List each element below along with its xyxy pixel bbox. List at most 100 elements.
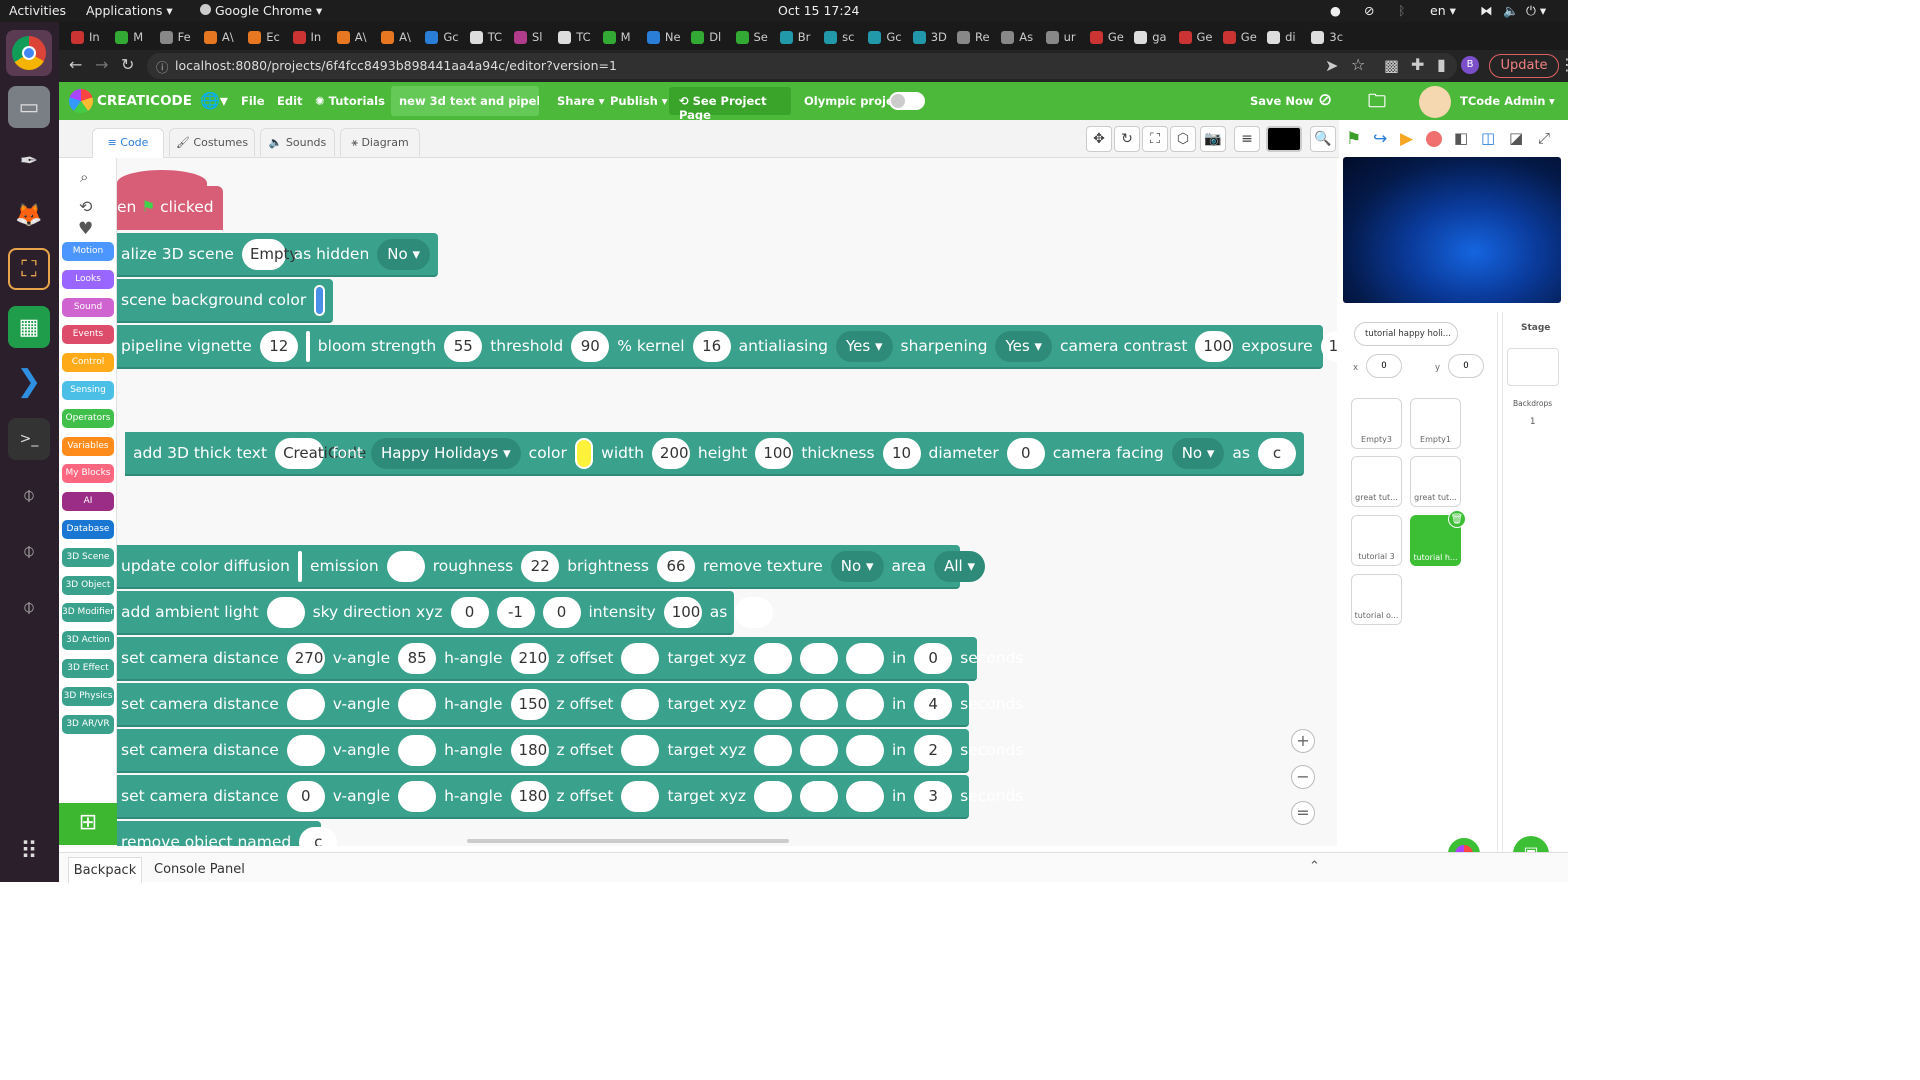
set-camera-block[interactable]: set camera distance v-angle h-angle 180 z of… xyxy=(117,729,1024,773)
seconds-input[interactable]: 0 xyxy=(914,642,953,674)
history-icon[interactable]: ⟲ xyxy=(79,197,92,216)
v-angle-input[interactable] xyxy=(398,688,437,720)
browser-tab[interactable]: Gc xyxy=(425,26,467,48)
edit-menu[interactable]: Edit xyxy=(277,94,303,108)
console-panel-tab[interactable]: Console Panel xyxy=(154,862,245,877)
category-3d-scene[interactable]: 3D Scene xyxy=(62,547,114,567)
set-camera-block[interactable]: set camera distance 0 v-angle h-angle 180 z o… xyxy=(117,775,1024,819)
browser-tab[interactable]: TC xyxy=(469,26,512,48)
favorites-heart-icon[interactable]: ♥ xyxy=(78,219,93,239)
file-menu[interactable]: File xyxy=(241,94,265,108)
target-x-input[interactable] xyxy=(754,688,792,720)
stage-thumb[interactable] xyxy=(1507,348,1559,386)
scene-type-input[interactable]: Empty xyxy=(241,238,298,270)
target-z-input[interactable] xyxy=(846,780,884,812)
see-project-page-button[interactable]: ⟲ See Project Page xyxy=(669,87,791,122)
emission-input[interactable] xyxy=(386,550,425,582)
color-picker-swatch[interactable] xyxy=(1266,126,1302,152)
stop-icon[interactable] xyxy=(1426,131,1442,147)
olympic-toggle[interactable] xyxy=(889,92,925,110)
browser-tab[interactable]: Ge xyxy=(1089,26,1132,48)
tab-code[interactable]: ≡ Code xyxy=(92,128,164,159)
font-dropdown[interactable]: Happy Holidays xyxy=(371,437,521,469)
category-control[interactable]: Control xyxy=(62,353,114,373)
intensity-input[interactable]: 100 xyxy=(663,596,702,628)
move-icon[interactable]: ✥ xyxy=(1086,126,1112,152)
globe-icon[interactable]: 🌐▾ xyxy=(200,91,228,110)
target-y-input[interactable] xyxy=(800,734,838,766)
align-icon[interactable]: ≡ xyxy=(1234,126,1260,152)
url-input[interactable]: ⓘ localhost:8080/projects/6f4fcc8493b8984… xyxy=(147,53,1457,79)
reload-icon[interactable]: ↻ xyxy=(121,55,134,74)
z-offset-input[interactable] xyxy=(621,642,660,674)
forward-icon[interactable]: → xyxy=(95,55,108,74)
exposure-input[interactable]: 100 xyxy=(1320,330,1337,362)
category-motion[interactable]: Motion xyxy=(62,242,114,261)
browser-tab[interactable]: A\ xyxy=(336,26,379,48)
h-angle-input[interactable]: 180 xyxy=(510,734,549,766)
power-icon[interactable]: ⏻ ▾ xyxy=(1526,3,1546,19)
distance-input[interactable] xyxy=(286,734,325,766)
chrome-app-menu[interactable]: Google Chrome ▾ xyxy=(200,3,322,18)
small-stage-icon[interactable]: ◧ xyxy=(1454,129,1468,147)
height-input[interactable]: 100 xyxy=(755,437,794,469)
seconds-input[interactable]: 3 xyxy=(914,780,953,812)
zoom-reset-icon[interactable]: = xyxy=(1291,801,1315,825)
files-icon[interactable]: ▭ xyxy=(8,86,50,128)
sprite-thumb[interactable]: great tut... xyxy=(1410,456,1461,507)
browser-tab[interactable]: Sl xyxy=(514,26,556,48)
sprite-thumb[interactable]: great tut... xyxy=(1351,456,1402,507)
browser-tab[interactable]: Re xyxy=(957,26,999,48)
sidepanel-icon[interactable]: ▮ xyxy=(1437,55,1446,74)
add-extension-icon[interactable]: ⊞ xyxy=(59,803,117,845)
vignette-input[interactable]: 12 xyxy=(259,330,298,362)
save-now-button[interactable]: Save Now xyxy=(1250,94,1314,108)
creaticode-logo-icon[interactable] xyxy=(69,89,93,113)
h-angle-input[interactable]: 180 xyxy=(510,780,549,812)
browser-tab[interactable]: In xyxy=(292,26,335,48)
search-blocks-icon[interactable]: ⌕ xyxy=(80,168,88,186)
target-y-input[interactable] xyxy=(800,642,838,674)
browser-tab[interactable]: sc xyxy=(824,26,866,48)
sky-x-input[interactable]: 0 xyxy=(450,596,489,628)
browser-tab[interactable]: Fe xyxy=(159,26,202,48)
search-icon[interactable]: 🔍 xyxy=(1310,126,1336,152)
target-y-input[interactable] xyxy=(800,688,838,720)
x-input[interactable]: 0 xyxy=(1366,354,1402,378)
thickness-input[interactable]: 10 xyxy=(882,437,921,469)
browser-tab[interactable]: As xyxy=(1001,26,1043,48)
user-menu-chevron-icon[interactable]: ▾ xyxy=(1549,94,1555,108)
terminal-icon[interactable]: >_ xyxy=(8,418,50,460)
set-camera-block[interactable]: set camera distance v-angle h-angle 150 z of… xyxy=(117,683,1024,727)
diameter-input[interactable]: 0 xyxy=(1006,437,1045,469)
when-flag-clicked-block[interactable]: en ⚑ clicked xyxy=(117,170,223,230)
category-variables[interactable]: Variables xyxy=(62,436,114,456)
z-offset-input[interactable] xyxy=(621,734,660,766)
v-angle-input[interactable]: 85 xyxy=(398,642,437,674)
category-3d-physics[interactable]: 3D Physics xyxy=(62,686,114,706)
sprite-thumb[interactable]: Empty3 xyxy=(1351,398,1402,449)
sprite-thumb[interactable]: tutorial 3 xyxy=(1351,515,1402,566)
initialize-3d-scene-block[interactable]: alize 3D scene Empty as hidden No xyxy=(117,233,438,277)
target-x-input[interactable] xyxy=(754,642,792,674)
diffusion-color-swatch[interactable] xyxy=(297,550,302,582)
scene-background-color-block[interactable]: scene background color xyxy=(117,279,333,323)
back-icon[interactable]: ← xyxy=(69,55,82,74)
tutorials-menu[interactable]: ✺ Tutorials xyxy=(315,94,385,108)
profile-avatar[interactable]: B xyxy=(1461,56,1479,74)
text-color-swatch[interactable] xyxy=(574,437,594,469)
distance-input[interactable]: 0 xyxy=(286,780,325,812)
bloom-strength-input[interactable]: 55 xyxy=(444,330,483,362)
browser-tab[interactable]: A\ xyxy=(203,26,246,48)
user-avatar[interactable] xyxy=(1419,86,1451,118)
sprite-thumb[interactable]: tutorial o... xyxy=(1351,574,1402,625)
object-name-input[interactable]: c xyxy=(1258,437,1296,469)
kebab-menu-icon[interactable]: ⋮ xyxy=(1559,55,1575,74)
target-z-input[interactable] xyxy=(846,734,884,766)
chrome-dock-icon[interactable] xyxy=(6,30,52,76)
camera-icon[interactable]: 📷 xyxy=(1200,126,1226,152)
site-info-icon[interactable]: ⓘ xyxy=(156,57,169,76)
screen-icon[interactable]: ⛶ xyxy=(1142,126,1168,152)
user-name[interactable]: TCode Admin xyxy=(1460,94,1545,108)
fullscreen-icon[interactable]: ⤢ xyxy=(1538,129,1550,147)
